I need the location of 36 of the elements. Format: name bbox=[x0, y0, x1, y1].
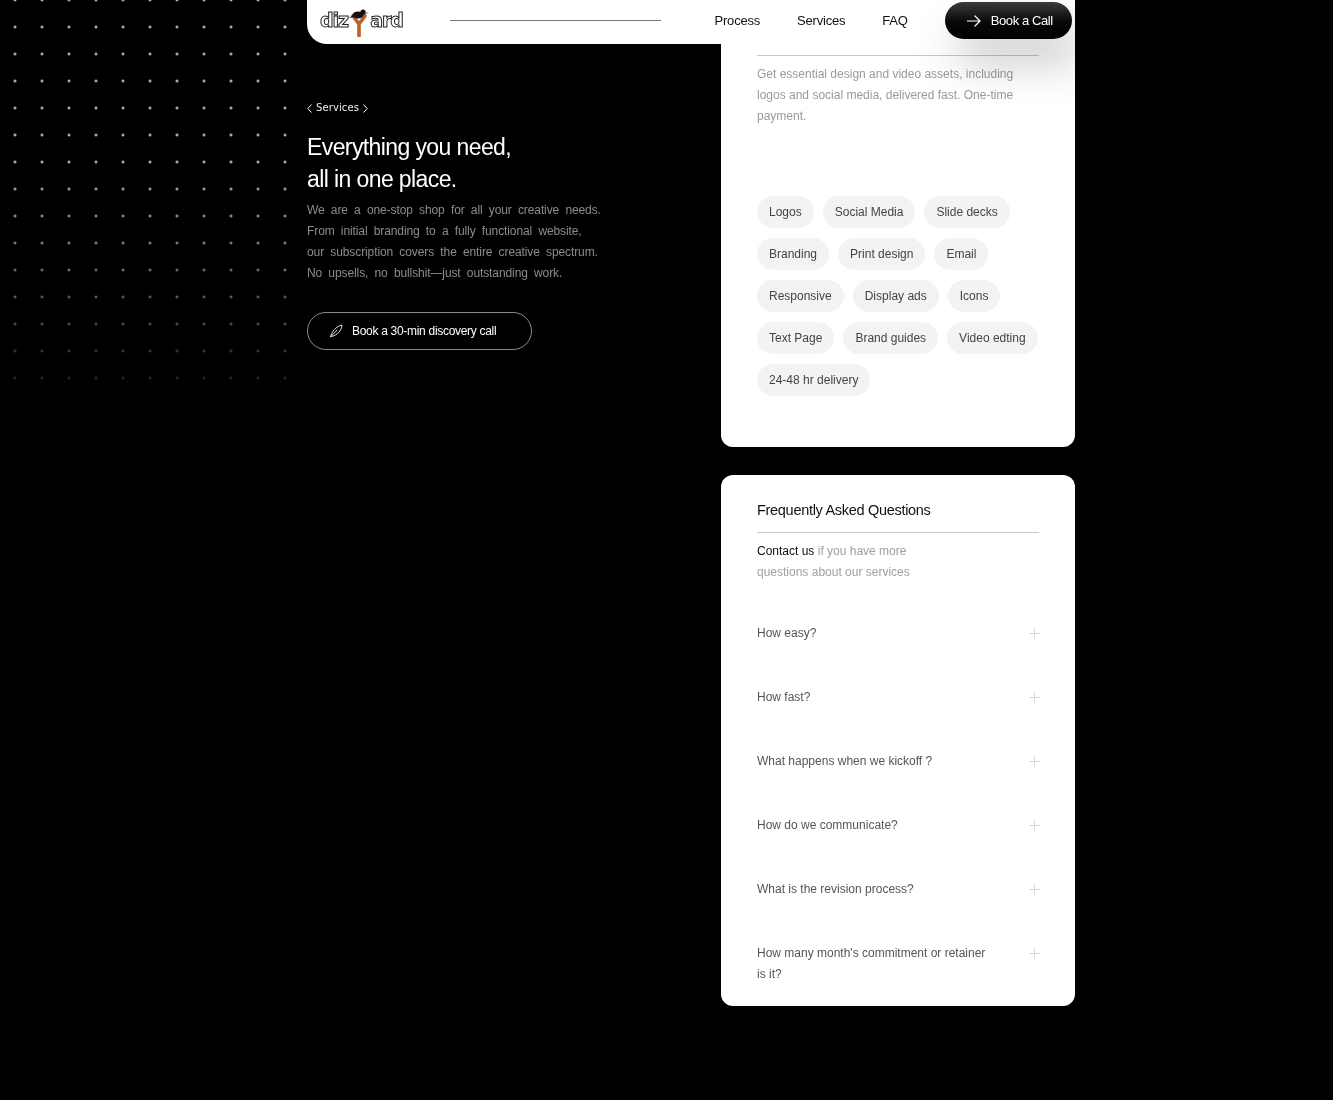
service-tag: Social Media bbox=[822, 196, 916, 228]
faq-item[interactable]: How many month's commitment or retainer is it? bbox=[757, 943, 1039, 985]
book-call-button[interactable]: Book a Call bbox=[944, 2, 1072, 39]
service-tag: Email bbox=[934, 238, 989, 270]
logo-text: ard bbox=[370, 11, 403, 30]
service-tag: Display ads bbox=[852, 280, 939, 312]
service-tag: Responsive bbox=[757, 280, 844, 312]
nav-link[interactable]: Process bbox=[714, 13, 761, 28]
faq-item[interactable]: How do we communicate? bbox=[757, 815, 1039, 836]
service-tag: Slide decks bbox=[924, 196, 1010, 228]
service-tag: Branding bbox=[757, 238, 830, 270]
faq-item[interactable]: How fast? bbox=[757, 687, 1039, 708]
service-tag: Icons bbox=[947, 280, 1001, 312]
faq-title: Frequently Asked Questions bbox=[757, 501, 932, 520]
faq-item[interactable]: What happens when we kickoff ? bbox=[757, 751, 1039, 772]
services-description: Get essential design and video assets, including logos and social media, delivered fast. One-time payment. bbox=[757, 66, 1015, 125]
faq-item[interactable]: How easy? bbox=[757, 623, 1039, 644]
service-tag: Print design bbox=[838, 238, 926, 270]
contact-note: Contact us if you have more questions about our services bbox=[757, 543, 911, 581]
service-tag: 24-48 hr delivery bbox=[757, 364, 871, 396]
contact-link[interactable]: Contact us bbox=[757, 544, 815, 558]
service-tag: Brand guides bbox=[843, 322, 939, 354]
hero-description: We are a one-stop shop for all your creative needs. From initial branding to a fully functional website, our subscription covers the entire creative spectrum. No upsells, no bullshit—just outstanding work. bbox=[307, 202, 602, 282]
hero-title: Everything you need, all in one place. bbox=[307, 133, 513, 194]
arrow-right-icon bbox=[966, 14, 981, 27]
logo-text: diz bbox=[320, 11, 349, 30]
faq-item[interactable]: What is the revision process? bbox=[757, 879, 1039, 900]
nav-link[interactable]: FAQ bbox=[882, 13, 908, 28]
chevron-left-icon bbox=[307, 103, 312, 113]
section-label: Services bbox=[316, 101, 359, 115]
chevron-right-icon bbox=[362, 103, 368, 113]
service-tag: Video edting bbox=[947, 322, 1038, 354]
nav-link[interactable]: Services bbox=[797, 13, 846, 28]
feather-icon bbox=[329, 324, 343, 338]
service-tag: Text Page bbox=[757, 322, 835, 354]
service-tag: Logos bbox=[757, 196, 814, 228]
